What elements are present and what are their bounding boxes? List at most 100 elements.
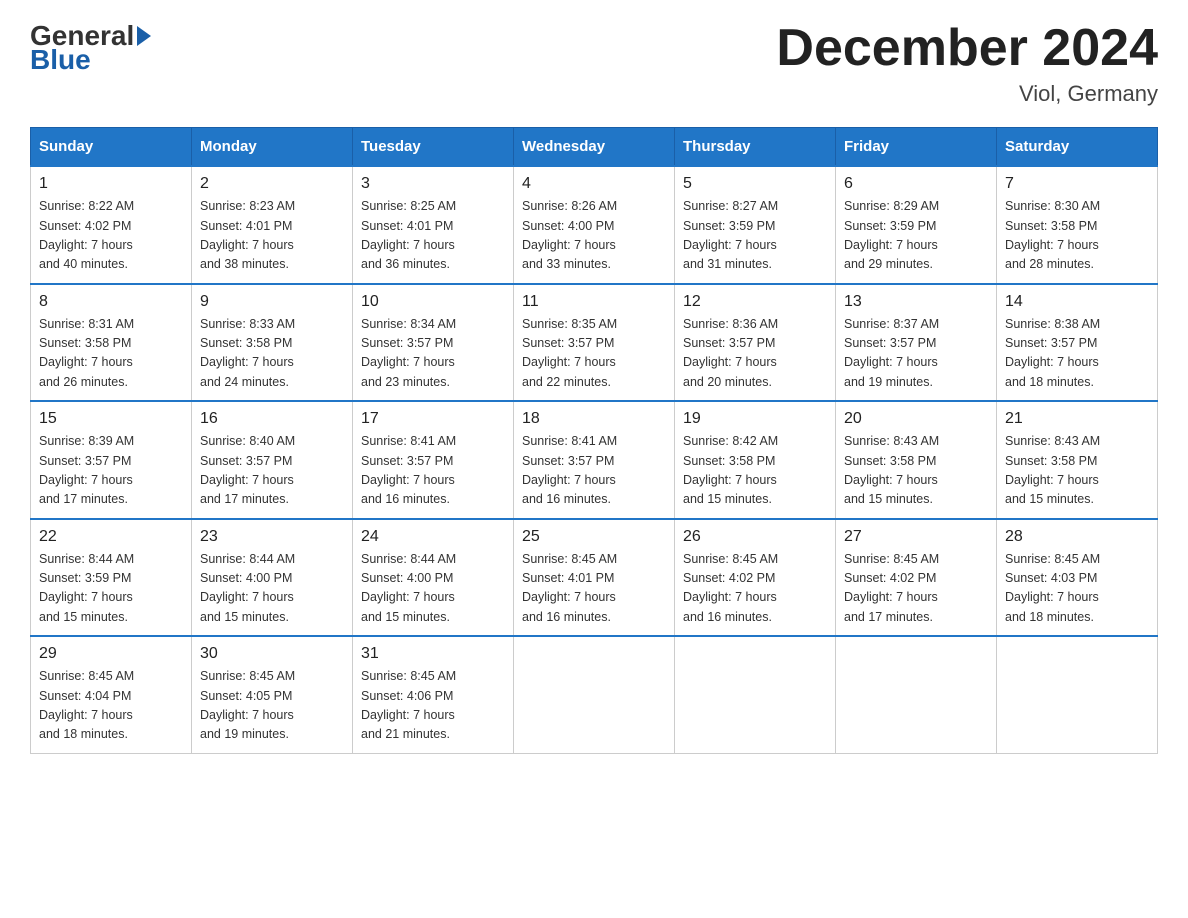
day-number: 12 xyxy=(683,293,827,311)
calendar-cell: 2 Sunrise: 8:23 AM Sunset: 4:01 PM Dayli… xyxy=(192,166,353,284)
day-info: Sunrise: 8:43 AM Sunset: 3:58 PM Dayligh… xyxy=(844,432,988,510)
page-header: General Blue December 2024 Viol, Germany xyxy=(30,20,1158,107)
day-info: Sunrise: 8:45 AM Sunset: 4:05 PM Dayligh… xyxy=(200,667,344,745)
calendar-cell: 23 Sunrise: 8:44 AM Sunset: 4:00 PM Dayl… xyxy=(192,519,353,637)
day-number: 1 xyxy=(39,175,183,193)
calendar-cell: 6 Sunrise: 8:29 AM Sunset: 3:59 PM Dayli… xyxy=(836,166,997,284)
day-number: 24 xyxy=(361,528,505,546)
day-number: 13 xyxy=(844,293,988,311)
calendar-cell xyxy=(514,636,675,753)
day-info: Sunrise: 8:43 AM Sunset: 3:58 PM Dayligh… xyxy=(1005,432,1149,510)
day-info: Sunrise: 8:41 AM Sunset: 3:57 PM Dayligh… xyxy=(361,432,505,510)
calendar-cell: 3 Sunrise: 8:25 AM Sunset: 4:01 PM Dayli… xyxy=(353,166,514,284)
calendar-cell: 18 Sunrise: 8:41 AM Sunset: 3:57 PM Dayl… xyxy=(514,401,675,519)
calendar-cell: 7 Sunrise: 8:30 AM Sunset: 3:58 PM Dayli… xyxy=(997,166,1158,284)
day-info: Sunrise: 8:22 AM Sunset: 4:02 PM Dayligh… xyxy=(39,197,183,275)
day-info: Sunrise: 8:45 AM Sunset: 4:04 PM Dayligh… xyxy=(39,667,183,745)
col-tuesday: Tuesday xyxy=(353,128,514,167)
day-info: Sunrise: 8:45 AM Sunset: 4:02 PM Dayligh… xyxy=(683,550,827,628)
calendar-cell xyxy=(997,636,1158,753)
calendar-cell: 25 Sunrise: 8:45 AM Sunset: 4:01 PM Dayl… xyxy=(514,519,675,637)
calendar-cell xyxy=(836,636,997,753)
day-info: Sunrise: 8:39 AM Sunset: 3:57 PM Dayligh… xyxy=(39,432,183,510)
day-number: 10 xyxy=(361,293,505,311)
day-number: 3 xyxy=(361,175,505,193)
day-info: Sunrise: 8:42 AM Sunset: 3:58 PM Dayligh… xyxy=(683,432,827,510)
calendar-week-row-3: 15 Sunrise: 8:39 AM Sunset: 3:57 PM Dayl… xyxy=(31,401,1158,519)
col-monday: Monday xyxy=(192,128,353,167)
day-number: 25 xyxy=(522,528,666,546)
calendar-week-row-2: 8 Sunrise: 8:31 AM Sunset: 3:58 PM Dayli… xyxy=(31,284,1158,402)
day-number: 5 xyxy=(683,175,827,193)
day-number: 19 xyxy=(683,410,827,428)
day-info: Sunrise: 8:44 AM Sunset: 4:00 PM Dayligh… xyxy=(200,550,344,628)
day-number: 29 xyxy=(39,645,183,663)
day-number: 22 xyxy=(39,528,183,546)
day-info: Sunrise: 8:41 AM Sunset: 3:57 PM Dayligh… xyxy=(522,432,666,510)
day-info: Sunrise: 8:45 AM Sunset: 4:03 PM Dayligh… xyxy=(1005,550,1149,628)
calendar-cell: 31 Sunrise: 8:45 AM Sunset: 4:06 PM Dayl… xyxy=(353,636,514,753)
day-info: Sunrise: 8:45 AM Sunset: 4:02 PM Dayligh… xyxy=(844,550,988,628)
month-title: December 2024 xyxy=(776,20,1158,77)
calendar-cell: 20 Sunrise: 8:43 AM Sunset: 3:58 PM Dayl… xyxy=(836,401,997,519)
logo-arrow-icon xyxy=(137,26,151,46)
day-number: 23 xyxy=(200,528,344,546)
day-number: 18 xyxy=(522,410,666,428)
day-number: 16 xyxy=(200,410,344,428)
day-number: 17 xyxy=(361,410,505,428)
calendar-cell: 4 Sunrise: 8:26 AM Sunset: 4:00 PM Dayli… xyxy=(514,166,675,284)
col-friday: Friday xyxy=(836,128,997,167)
calendar-cell: 16 Sunrise: 8:40 AM Sunset: 3:57 PM Dayl… xyxy=(192,401,353,519)
calendar-week-row-4: 22 Sunrise: 8:44 AM Sunset: 3:59 PM Dayl… xyxy=(31,519,1158,637)
day-info: Sunrise: 8:36 AM Sunset: 3:57 PM Dayligh… xyxy=(683,315,827,393)
day-number: 28 xyxy=(1005,528,1149,546)
logo-blue-text: Blue xyxy=(30,44,91,76)
day-number: 21 xyxy=(1005,410,1149,428)
calendar-cell: 27 Sunrise: 8:45 AM Sunset: 4:02 PM Dayl… xyxy=(836,519,997,637)
calendar-week-row-5: 29 Sunrise: 8:45 AM Sunset: 4:04 PM Dayl… xyxy=(31,636,1158,753)
calendar-cell: 17 Sunrise: 8:41 AM Sunset: 3:57 PM Dayl… xyxy=(353,401,514,519)
day-info: Sunrise: 8:27 AM Sunset: 3:59 PM Dayligh… xyxy=(683,197,827,275)
day-info: Sunrise: 8:35 AM Sunset: 3:57 PM Dayligh… xyxy=(522,315,666,393)
calendar-cell: 29 Sunrise: 8:45 AM Sunset: 4:04 PM Dayl… xyxy=(31,636,192,753)
calendar-cell: 19 Sunrise: 8:42 AM Sunset: 3:58 PM Dayl… xyxy=(675,401,836,519)
calendar-cell: 22 Sunrise: 8:44 AM Sunset: 3:59 PM Dayl… xyxy=(31,519,192,637)
day-number: 6 xyxy=(844,175,988,193)
day-info: Sunrise: 8:26 AM Sunset: 4:00 PM Dayligh… xyxy=(522,197,666,275)
day-number: 8 xyxy=(39,293,183,311)
col-thursday: Thursday xyxy=(675,128,836,167)
calendar-cell: 12 Sunrise: 8:36 AM Sunset: 3:57 PM Dayl… xyxy=(675,284,836,402)
day-info: Sunrise: 8:44 AM Sunset: 3:59 PM Dayligh… xyxy=(39,550,183,628)
day-info: Sunrise: 8:23 AM Sunset: 4:01 PM Dayligh… xyxy=(200,197,344,275)
calendar-week-row-1: 1 Sunrise: 8:22 AM Sunset: 4:02 PM Dayli… xyxy=(31,166,1158,284)
day-number: 9 xyxy=(200,293,344,311)
calendar-cell: 5 Sunrise: 8:27 AM Sunset: 3:59 PM Dayli… xyxy=(675,166,836,284)
day-number: 20 xyxy=(844,410,988,428)
day-info: Sunrise: 8:25 AM Sunset: 4:01 PM Dayligh… xyxy=(361,197,505,275)
day-number: 14 xyxy=(1005,293,1149,311)
day-number: 7 xyxy=(1005,175,1149,193)
day-number: 15 xyxy=(39,410,183,428)
calendar-cell: 26 Sunrise: 8:45 AM Sunset: 4:02 PM Dayl… xyxy=(675,519,836,637)
calendar-cell: 9 Sunrise: 8:33 AM Sunset: 3:58 PM Dayli… xyxy=(192,284,353,402)
col-saturday: Saturday xyxy=(997,128,1158,167)
calendar-header-row: Sunday Monday Tuesday Wednesday Thursday… xyxy=(31,128,1158,167)
title-area: December 2024 Viol, Germany xyxy=(776,20,1158,107)
calendar-table: Sunday Monday Tuesday Wednesday Thursday… xyxy=(30,127,1158,754)
calendar-cell: 13 Sunrise: 8:37 AM Sunset: 3:57 PM Dayl… xyxy=(836,284,997,402)
day-info: Sunrise: 8:31 AM Sunset: 3:58 PM Dayligh… xyxy=(39,315,183,393)
col-sunday: Sunday xyxy=(31,128,192,167)
calendar-cell: 10 Sunrise: 8:34 AM Sunset: 3:57 PM Dayl… xyxy=(353,284,514,402)
day-number: 31 xyxy=(361,645,505,663)
calendar-cell: 30 Sunrise: 8:45 AM Sunset: 4:05 PM Dayl… xyxy=(192,636,353,753)
calendar-cell: 11 Sunrise: 8:35 AM Sunset: 3:57 PM Dayl… xyxy=(514,284,675,402)
calendar-cell xyxy=(675,636,836,753)
day-info: Sunrise: 8:37 AM Sunset: 3:57 PM Dayligh… xyxy=(844,315,988,393)
calendar-cell: 15 Sunrise: 8:39 AM Sunset: 3:57 PM Dayl… xyxy=(31,401,192,519)
day-info: Sunrise: 8:45 AM Sunset: 4:01 PM Dayligh… xyxy=(522,550,666,628)
calendar-cell: 28 Sunrise: 8:45 AM Sunset: 4:03 PM Dayl… xyxy=(997,519,1158,637)
day-info: Sunrise: 8:40 AM Sunset: 3:57 PM Dayligh… xyxy=(200,432,344,510)
day-info: Sunrise: 8:30 AM Sunset: 3:58 PM Dayligh… xyxy=(1005,197,1149,275)
day-number: 11 xyxy=(522,293,666,311)
day-info: Sunrise: 8:44 AM Sunset: 4:00 PM Dayligh… xyxy=(361,550,505,628)
